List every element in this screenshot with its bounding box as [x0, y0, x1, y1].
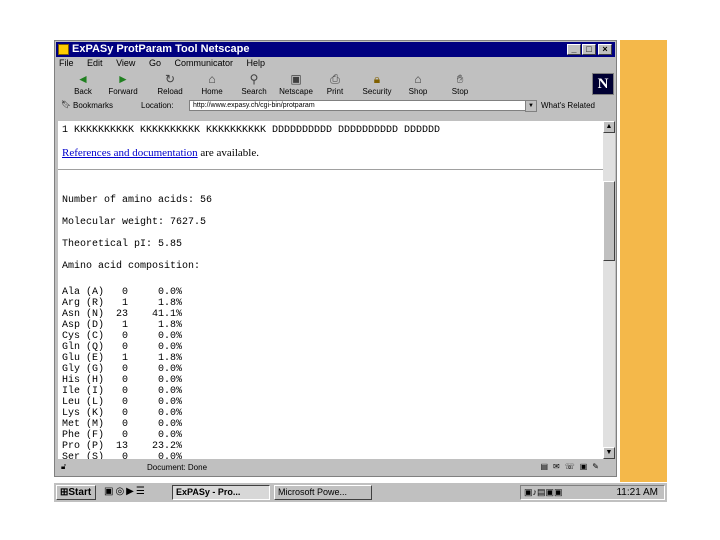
home-button[interactable]: ⌂ Home [192, 71, 232, 99]
bookmarks-button[interactable]: Bookmarks [73, 101, 113, 110]
page-content: 1 KKKKKKKKKK KKKKKKKKKK KKKKKKKKKK DDDDD… [58, 121, 603, 459]
security-button[interactable]: 🔒︎ Security [357, 71, 397, 99]
system-tray: ▣♪▤▣▣ 11:21 AM [520, 485, 665, 500]
composition-row: Gly (G) 0 0.0% [62, 364, 183, 375]
molecular-weight: Molecular weight: 7627.5 [62, 217, 207, 228]
scroll-up-icon[interactable]: ▲ [603, 121, 615, 133]
composition-row: Met (M) 0 0.0% [62, 419, 183, 430]
minimize-button[interactable]: _ [567, 44, 581, 55]
maximize-button[interactable]: □ [582, 44, 596, 55]
print-icon: ⎙ [330, 72, 340, 86]
browser-window: ExPASy ProtParam Tool Netscape _ □ × Fil… [54, 40, 617, 477]
composition-row: Ala (A) 0 0.0% [62, 287, 183, 298]
status-text: Document: Done [147, 463, 208, 472]
composition-title: Amino acid composition: [62, 261, 201, 272]
bookmarks-icon: 🔖︎ [61, 100, 72, 109]
location-bar: 🔖︎ Bookmarks Location: http://www.expasy… [57, 99, 614, 113]
orange-sidebar [620, 40, 667, 490]
netscape-logo-icon: N [592, 73, 614, 95]
netscape-icon: ▣ [290, 72, 302, 86]
location-label: Location: [141, 101, 174, 110]
composition-row: Gln (Q) 0 0.0% [62, 342, 183, 353]
composition-row: Cys (C) 0 0.0% [62, 331, 183, 342]
menu-view[interactable]: View [116, 58, 135, 68]
title-bar[interactable]: ExPASy ProtParam Tool Netscape _ □ × [56, 42, 615, 57]
composition-row: His (H) 0 0.0% [62, 375, 183, 386]
tray-icons[interactable]: ▣♪▤▣▣ [524, 487, 563, 498]
taskbar: ⊞Start ▣◎▶☰ ExPASy - Pro... Microsoft Po… [54, 482, 667, 502]
scroll-down-icon[interactable]: ▼ [603, 447, 615, 459]
print-button[interactable]: ⎙ Print [315, 71, 355, 99]
composition-row: Glu (E) 1 1.8% [62, 353, 183, 364]
composition-row: Asp (D) 1 1.8% [62, 320, 183, 331]
location-input[interactable]: http://www.expasy.ch/cgi-bin/protparam [189, 100, 529, 111]
menu-edit[interactable]: Edit [87, 58, 103, 68]
references-tail: are available. [197, 147, 259, 159]
num-amino-acids: Number of amino acids: 56 [62, 195, 213, 206]
back-arrow-icon: ◄ [77, 72, 89, 86]
shop-icon: ⌂ [414, 72, 422, 86]
composition-row: Phe (F) 0 0.0% [62, 430, 183, 441]
home-icon: ⌂ [208, 72, 216, 86]
window-title: ExPASy ProtParam Tool Netscape [72, 43, 250, 55]
netscape-button[interactable]: ▣ Netscape [276, 71, 316, 99]
menu-help[interactable]: Help [247, 58, 266, 68]
clock: 11:21 AM [616, 487, 658, 498]
scroll-thumb[interactable] [603, 181, 615, 261]
whats-related-button[interactable]: What's Related [541, 101, 595, 110]
location-dropdown-icon[interactable]: ▼ [525, 100, 537, 112]
start-button[interactable]: ⊞Start [56, 485, 96, 500]
composition-row: Lys (K) 0 0.0% [62, 408, 183, 419]
reload-icon: ↻ [164, 72, 176, 86]
stop-button[interactable]: ✋︎ Stop [440, 71, 480, 99]
menu-go[interactable]: Go [149, 58, 161, 68]
forward-arrow-icon: ► [117, 72, 129, 86]
divider [58, 169, 603, 171]
composition-row: Arg (R) 1 1.8% [62, 298, 183, 309]
status-bar: 🔓︎ Document: Done ▤✉☏▣✎ [57, 461, 614, 475]
vertical-scrollbar[interactable]: ▲ ▼ [603, 121, 615, 459]
composition-row: Asn (N) 23 41.1% [62, 309, 183, 320]
references-link[interactable]: References and documentation [62, 147, 198, 159]
navigation-toolbar: ◄ Back ► Forward ↻ Reload ⌂ Home ⚲ Searc… [57, 71, 614, 99]
sequence-line: 1 KKKKKKKKKK KKKKKKKKKK KKKKKKKKKK DDDDD… [62, 125, 441, 136]
references-text: References and documentation are availab… [62, 147, 259, 159]
close-button[interactable]: × [598, 44, 612, 55]
shop-button[interactable]: ⌂ Shop [398, 71, 438, 99]
start-label: Start [68, 487, 92, 498]
component-bar-icons[interactable]: ▤✉☏▣✎ [540, 462, 604, 471]
back-button[interactable]: ◄ Back [63, 71, 103, 99]
forward-button[interactable]: ► Forward [103, 71, 143, 99]
task-expasy[interactable]: ExPASy - Pro... [172, 485, 270, 500]
composition-row: Pro (P) 13 23.2% [62, 441, 183, 452]
app-icon [58, 44, 69, 55]
search-button[interactable]: ⚲ Search [234, 71, 274, 99]
search-icon: ⚲ [249, 72, 259, 86]
menu-file[interactable]: File [59, 58, 74, 68]
composition-row: Ile (I) 0 0.0% [62, 386, 183, 397]
theoretical-pi: Theoretical pI: 5.85 [62, 239, 183, 250]
composition-row: Ser (S) 0 0.0% [62, 452, 183, 459]
status-security-icon: 🔓︎ [61, 462, 67, 471]
menu-communicator[interactable]: Communicator [174, 58, 233, 68]
composition-row: Leu (L) 0 0.0% [62, 397, 183, 408]
stop-icon: ✋︎ [456, 72, 464, 86]
menu-bar: File Edit View Go Communicator Help [57, 58, 614, 71]
task-powerpoint[interactable]: Microsoft Powe... [274, 485, 372, 500]
quick-launch-icons[interactable]: ▣◎▶☰ [104, 486, 147, 497]
security-icon: 🔒︎ [373, 72, 381, 86]
reload-button[interactable]: ↻ Reload [150, 71, 190, 99]
